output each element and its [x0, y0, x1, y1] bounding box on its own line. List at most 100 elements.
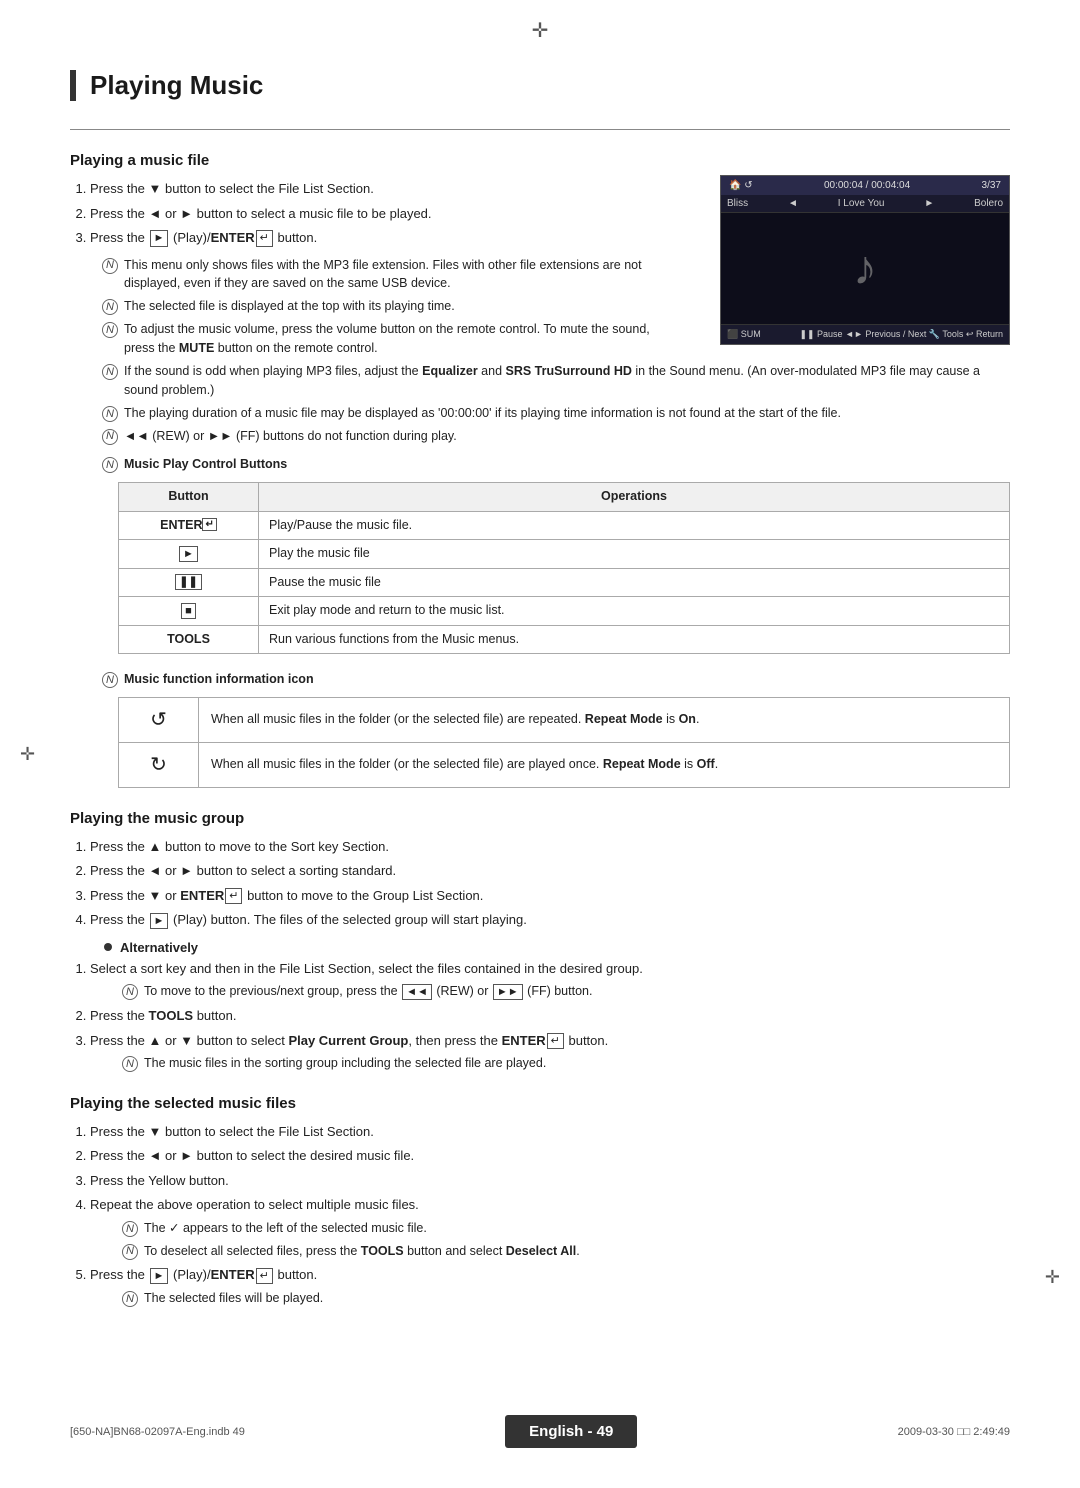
- bullet-dot: [104, 943, 112, 951]
- player-nav-bar: Bliss ◄ I Love You ► Bolero: [721, 195, 1009, 213]
- section1-heading: Playing a music file: [70, 152, 1010, 169]
- col-button: Button: [119, 483, 259, 512]
- s3-note3-text: The selected files will be played.: [144, 1289, 323, 1308]
- footer-page-number: English - 49: [505, 1415, 637, 1448]
- page-content: ✛ Playing Music Playing a music file 🏠 ↺…: [0, 0, 1080, 1488]
- btn-play: ►: [119, 540, 259, 569]
- op-stop: Exit play mode and return to the music l…: [259, 597, 1010, 626]
- note-icon: N: [122, 1221, 138, 1237]
- note-icon: N: [102, 457, 118, 473]
- note2-text: The selected file is displayed at the to…: [124, 297, 455, 316]
- op-pause: Pause the music file: [259, 568, 1010, 597]
- alt-steps: Select a sort key and then in the File L…: [90, 959, 1010, 1073]
- col-operations: Operations: [259, 483, 1010, 512]
- note-icon: N: [122, 1291, 138, 1307]
- table-header-row: Button Operations: [119, 483, 1010, 512]
- alt-note2-block: N The music files in the sorting group i…: [122, 1054, 1010, 1073]
- step2: Press the ◄ or ► button to select a musi…: [90, 204, 670, 224]
- next-track: Bolero: [974, 198, 1003, 209]
- op-enter: Play/Pause the music file.: [259, 511, 1010, 540]
- note6-text: ◄◄ (REW) or ►► (FF) buttons do not funct…: [124, 427, 457, 446]
- alt-note1: N To move to the previous/next group, pr…: [122, 982, 1010, 1001]
- alt-step1: Select a sort key and then in the File L…: [90, 959, 1010, 1001]
- enter-icon: ↵: [256, 230, 273, 246]
- note-icon: N: [102, 299, 118, 315]
- s3-note3-block: N The selected files will be played.: [122, 1289, 1010, 1308]
- table-heading-block: N Music Play Control Buttons: [102, 455, 1010, 474]
- step1: Press the ▼ button to select the File Li…: [90, 179, 670, 199]
- op-tools: Run various functions from the Music men…: [259, 625, 1010, 654]
- op-play: Play the music file: [259, 540, 1010, 569]
- s2-step2: Press the ◄ or ► button to select a sort…: [90, 861, 1010, 881]
- section3-steps: Press the ▼ button to select the File Li…: [90, 1122, 1010, 1308]
- section2-heading: Playing the music group: [70, 810, 1010, 827]
- enter-icon: ↵: [256, 1268, 273, 1284]
- note-icon: N: [102, 672, 118, 688]
- s3-step4: Repeat the above operation to select mul…: [90, 1195, 1010, 1260]
- prev-track: Bliss: [727, 198, 748, 209]
- icon-repeat-off-desc: When all music files in the folder (or t…: [199, 742, 1010, 787]
- s3-note1-text: The ✓ appears to the left of the selecte…: [144, 1219, 427, 1238]
- title-divider: [70, 129, 1010, 130]
- s3-note3: N The selected files will be played.: [122, 1289, 1010, 1308]
- note5: N The playing duration of a music file m…: [102, 404, 1010, 423]
- s2-step1: Press the ▲ button to move to the Sort k…: [90, 837, 1010, 857]
- alternatively-text: Alternatively: [120, 940, 198, 955]
- player-screenshot: 🏠 ↺ 00:00:04 / 00:04:04 3/37 Bliss ◄ I L…: [720, 175, 1010, 345]
- enter-label: ENTER: [211, 230, 255, 245]
- current-track: I Love You: [838, 198, 885, 209]
- player-top-bar: 🏠 ↺ 00:00:04 / 00:04:04 3/37: [721, 176, 1009, 195]
- btn-enter: ENTER↵: [119, 511, 259, 540]
- page-footer: [650-NA]BN68-02097A-Eng.indb 49 English …: [0, 1415, 1080, 1448]
- play-icon: ►: [150, 1268, 169, 1284]
- table-heading-text: Music Play Control Buttons: [124, 455, 287, 474]
- section1-steps: Press the ▼ button to select the File Li…: [90, 179, 670, 248]
- icon-table-heading-block: N Music function information icon: [102, 670, 1010, 689]
- note3: N To adjust the music volume, press the …: [102, 320, 682, 358]
- section1-notes: N This menu only shows files with the MP…: [102, 256, 682, 358]
- s3-step2: Press the ◄ or ► button to select the de…: [90, 1146, 1010, 1166]
- icon-table-heading-note: N Music function information icon: [102, 670, 1010, 689]
- alt-step3: Press the ▲ or ▼ button to select Play C…: [90, 1031, 1010, 1073]
- s3-note2: N To deselect all selected files, press …: [122, 1242, 1010, 1261]
- note-icon: N: [122, 1244, 138, 1260]
- control-table: Button Operations ENTER↵ Play/Pause the …: [118, 482, 1010, 654]
- play-icon: ►: [150, 230, 169, 246]
- left-compass-icon: ✛: [20, 744, 35, 765]
- s3-step5: Press the ► (Play)/ENTER↵ button. N The …: [90, 1265, 1010, 1307]
- icon-repeat-on: ↺: [119, 697, 199, 742]
- note-icon: N: [102, 258, 118, 274]
- alt-note-block: N To move to the previous/next group, pr…: [122, 982, 1010, 1001]
- note1-text: This menu only shows files with the MP3 …: [124, 256, 682, 294]
- s3-step3: Press the Yellow button.: [90, 1171, 1010, 1191]
- s3-notes-block: N The ✓ appears to the left of the selec…: [122, 1219, 1010, 1261]
- alternatively-label: Alternatively: [104, 940, 1010, 955]
- table-row: ■ Exit play mode and return to the music…: [119, 597, 1010, 626]
- alt-note2: N The music files in the sorting group i…: [122, 1054, 1010, 1073]
- note5-text: The playing duration of a music file may…: [124, 404, 841, 423]
- music-note-icon: ♪: [853, 241, 877, 296]
- footer-left: [650-NA]BN68-02097A-Eng.indb 49: [70, 1426, 245, 1438]
- note2: N The selected file is displayed at the …: [102, 297, 682, 316]
- alternatively-block: Alternatively: [84, 940, 1010, 955]
- note-icon: N: [122, 1056, 138, 1072]
- note-icon: N: [102, 429, 118, 445]
- alt-step2: Press the TOOLS button.: [90, 1006, 1010, 1026]
- nav-left-icon: ◄: [788, 198, 798, 209]
- btn-tools: TOOLS: [119, 625, 259, 654]
- icon-table: ↺ When all music files in the folder (or…: [118, 697, 1010, 788]
- section1-notes-full: N If the sound is odd when playing MP3 f…: [102, 362, 1010, 445]
- page-title: Playing Music: [70, 70, 1010, 101]
- player-bottom-bar: ⬛ SUM ❚❚ Pause ◄► Previous / Next 🔧 Tool…: [721, 324, 1009, 344]
- table-row: TOOLS Run various functions from the Mus…: [119, 625, 1010, 654]
- icon-table-wrapper: ↺ When all music files in the folder (or…: [118, 697, 1010, 788]
- note4: N If the sound is odd when playing MP3 f…: [102, 362, 1010, 400]
- top-compass-icon: ✛: [532, 18, 549, 43]
- enter-icon: ↵: [225, 888, 242, 904]
- btn-pause: ❚❚: [119, 568, 259, 597]
- icon-repeat-on-desc: When all music files in the folder (or t…: [199, 697, 1010, 742]
- table-heading-note: N Music Play Control Buttons: [102, 455, 1010, 474]
- s2-step4: Press the ► (Play) button. The files of …: [90, 910, 1010, 930]
- note-icon: N: [102, 364, 118, 380]
- note6: N ◄◄ (REW) or ►► (FF) buttons do not fun…: [102, 427, 1010, 446]
